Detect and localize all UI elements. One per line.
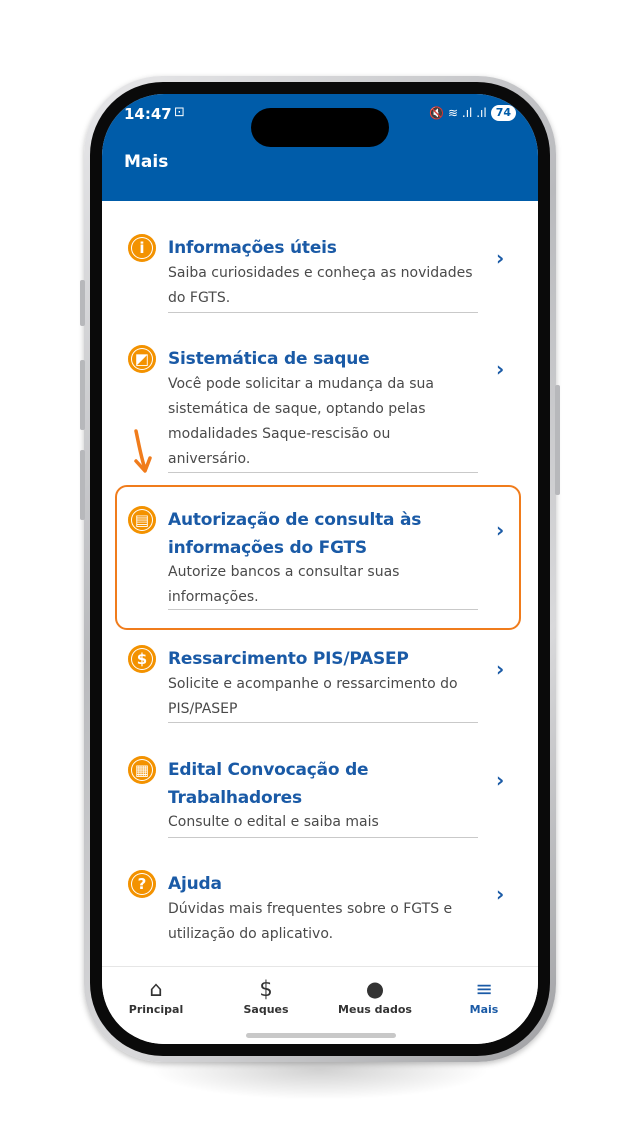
divider [168,472,478,473]
power-button [555,385,560,495]
nav-tab-saques[interactable]: $ Saques [216,975,316,1016]
annotation-arrow-icon [134,429,152,473]
nav-label: Principal [128,1003,184,1016]
status-time: 14:47 [124,105,172,123]
battery-icon: 74 [490,105,516,121]
menu-item-autorizacao-consulta[interactable]: ▤ Autorização de consulta às informações… [102,496,538,616]
menu-item-desc: Solicite e acompanhe o ressarcimento do … [168,676,458,717]
divider [168,609,478,610]
screen-record-icon: ⊡ [174,105,185,120]
nav-label: Mais [469,1003,499,1016]
divider [168,722,478,723]
user-icon: ● [365,977,385,1001]
nav-tab-principal[interactable]: ⌂ Principal [106,975,206,1016]
menu-item-desc: Autorize bancos a consultar suas informa… [168,564,400,605]
notice-icon: ▦ [128,756,156,784]
status-signal-icons: 🔇 ≋ .ıl .ıl [429,106,487,120]
chevron-right-icon: › [496,882,505,906]
chevron-right-icon: › [496,657,505,681]
menu-item-desc: Você pode solicitar a mudança da sua sis… [168,376,434,467]
divider [168,837,478,838]
menu-item-ressarcimento[interactable]: $ Ressarcimento PIS/PASEP Solicite e aco… [102,635,538,735]
home-icon: ⌂ [149,977,163,1001]
menu-item-edital[interactable]: ▦ Edital Convocação de Trabalhadores Con… [102,746,538,846]
chevron-right-icon: › [496,768,505,792]
nav-tab-mais[interactable]: ≡ Mais [434,975,534,1016]
nav-tab-meus-dados[interactable]: ● Meus dados [325,975,425,1016]
chevron-right-icon: › [496,246,505,270]
menu-item-title: Autorização de consulta às informações d… [168,510,422,558]
info-icon: i [128,234,156,262]
status-icons: 🔇 ≋ .ıl .ıl 74 [429,105,516,121]
chevron-right-icon: › [496,357,505,381]
phone-screen: 14:47 ⊡ 🔇 ≋ .ıl .ıl 74 Mais i Informaçõe… [102,94,538,1044]
chevron-right-icon: › [496,518,505,542]
help-icon: ? [128,870,156,898]
authorization-icon: ▤ [128,506,156,534]
menu-item-title: Edital Convocação de Trabalhadores [168,760,369,808]
action-button [80,280,85,326]
dynamic-island [251,108,389,147]
app-header: 14:47 ⊡ 🔇 ≋ .ıl .ıl 74 Mais [102,94,538,201]
divider [168,312,478,313]
menu-item-ajuda[interactable]: ? Ajuda Dúvidas mais frequentes sobre o … [102,860,538,950]
reimbursement-icon: $ [128,645,156,673]
menu-item-sistematica-saque[interactable]: ◩ Sistemática de saque Você pode solicit… [102,335,538,475]
nav-label: Meus dados [338,1003,412,1016]
home-indicator[interactable] [246,1033,396,1038]
menu-item-title: Ajuda [168,874,222,894]
withdraw-method-icon: ◩ [128,345,156,373]
volume-up-button [80,360,85,430]
menu-item-title: Sistemática de saque [168,349,370,369]
menu-item-title: Informações úteis [168,238,337,258]
dollar-icon: $ [259,977,273,1001]
menu-item-informacoes-uteis[interactable]: i Informações úteis Saiba curiosidades e… [102,224,538,324]
volume-down-button [80,450,85,520]
menu-item-desc: Saiba curiosidades e conheça as novidade… [168,265,473,306]
nav-label: Saques [243,1003,289,1016]
menu-item-desc: Dúvidas mais frequentes sobre o FGTS e u… [168,901,453,942]
page-title: Mais [124,152,169,172]
menu-icon: ≡ [475,977,493,1001]
menu-item-desc: Consulte o edital e saiba mais [168,814,379,830]
menu-item-title: Ressarcimento PIS/PASEP [168,649,409,669]
